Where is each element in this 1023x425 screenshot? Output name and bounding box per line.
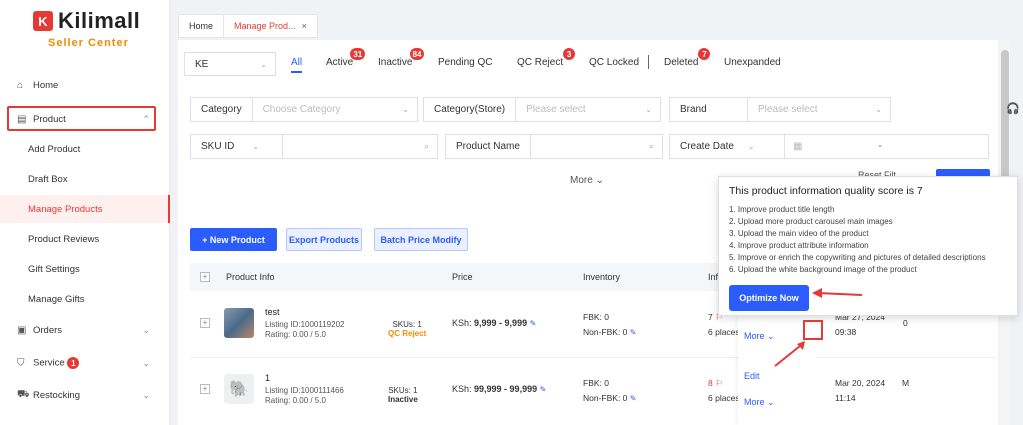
arrow-to-question bbox=[774, 345, 801, 367]
arrow-to-optimize bbox=[817, 292, 863, 296]
annotation-arrows bbox=[774, 288, 863, 367]
arrow-head bbox=[812, 288, 822, 298]
